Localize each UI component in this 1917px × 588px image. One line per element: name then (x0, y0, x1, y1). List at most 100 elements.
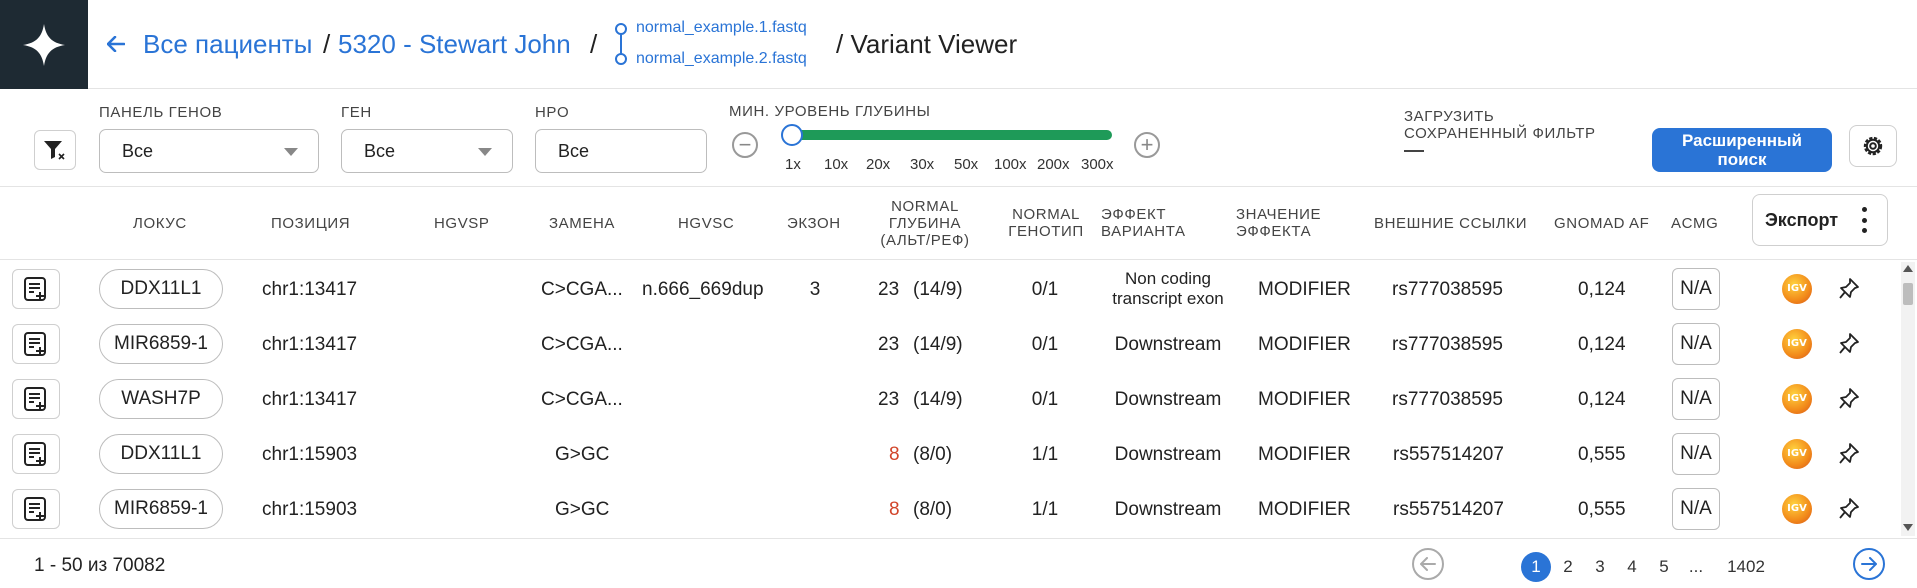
igv-icon[interactable]: IGV (1782, 274, 1812, 304)
gene-pill[interactable]: DDX11L1 (99, 434, 223, 474)
page-4[interactable]: 4 (1617, 552, 1647, 582)
note-add-icon (24, 497, 46, 521)
acmg-badge[interactable]: N/A (1672, 268, 1720, 310)
pin-icon[interactable] (1838, 442, 1860, 466)
col-genotype[interactable]: Normal генотип (1006, 206, 1086, 240)
col-depth-line3: (Альт/Реф) (880, 232, 970, 249)
col-exon[interactable]: Экзон (787, 215, 841, 232)
dbsnp-link[interactable]: rs557514207 (1393, 482, 1504, 537)
position-cell: chr1:15903 (262, 444, 358, 465)
page-title: / Variant Viewer (836, 29, 1018, 59)
page-3[interactable]: 3 (1585, 552, 1615, 582)
next-page-button[interactable] (1853, 548, 1885, 580)
col-hgvsp[interactable]: HGVSP (434, 215, 490, 232)
igv-icon[interactable]: IGV (1782, 439, 1812, 469)
page-1[interactable]: 1 (1521, 552, 1551, 582)
depth-slider-track[interactable] (790, 130, 1112, 140)
pin-icon[interactable] (1838, 277, 1860, 301)
acmg-badge[interactable]: N/A (1672, 433, 1720, 475)
advanced-search-line2: поиск (1717, 150, 1767, 169)
pin-icon[interactable] (1838, 332, 1860, 356)
igv-icon[interactable]: IGV (1782, 494, 1812, 524)
col-change[interactable]: Замена (549, 215, 615, 232)
effect-cell: Downstream (1114, 334, 1222, 355)
igv-icon[interactable]: IGV (1782, 329, 1812, 359)
acmg-badge[interactable]: N/A (1672, 378, 1720, 420)
load-saved-filter-value[interactable] (1404, 150, 1424, 152)
pin-icon[interactable] (1838, 497, 1860, 521)
gene-pill[interactable]: MIR6859-1 (99, 489, 223, 529)
file-link-2[interactable]: normal_example.2.fastq (636, 50, 807, 68)
col-depth[interactable]: Normal глубина (Альт/Реф) (877, 198, 973, 249)
dbsnp-link[interactable]: rs777038595 (1392, 262, 1503, 317)
add-note-button[interactable] (12, 379, 60, 419)
breadcrumb-patient[interactable]: 5320 - Stewart John (338, 27, 571, 61)
clear-filter-button[interactable] (34, 130, 76, 170)
col-acmg[interactable]: ACMG (1671, 215, 1718, 232)
page-last[interactable]: 1402 (1722, 552, 1770, 582)
col-effect[interactable]: Эффект варианта (1101, 206, 1186, 240)
impact-cell: MODIFIER (1258, 499, 1351, 520)
page-2[interactable]: 2 (1553, 552, 1583, 582)
col-depth-line2: глубина (888, 215, 962, 232)
gene-select[interactable]: Все (341, 129, 513, 173)
acmg-badge[interactable]: N/A (1672, 323, 1720, 365)
scroll-down-icon[interactable] (1903, 524, 1913, 531)
depth-ratio: (8/0) (913, 499, 953, 520)
dbsnp-link[interactable]: rs777038595 (1392, 317, 1503, 372)
col-hgvsc[interactable]: HGVSC (678, 215, 734, 232)
pin-icon[interactable] (1838, 387, 1860, 411)
scrollbar-thumb[interactable] (1903, 283, 1913, 305)
depth-ratio: (14/9) (913, 389, 963, 410)
table-row[interactable]: DDX11L1 chr1:13417 C>CGA... n.666_669dup… (0, 262, 1900, 317)
table-row[interactable]: MIR6859-1 chr1:15903 G>GC 8 (8/0) 1/1 Do… (0, 482, 1900, 537)
dbsnp-link[interactable]: rs557514207 (1393, 427, 1504, 482)
depth-label: Мин. уровень глубины (729, 103, 931, 120)
add-note-button[interactable] (12, 269, 60, 309)
breadcrumb-separator: / (323, 29, 331, 59)
dbsnp-link[interactable]: rs777038595 (1392, 372, 1503, 427)
table-row[interactable]: MIR6859-1 chr1:13417 C>CGA... 23 (14/9) … (0, 317, 1900, 372)
col-gnomad[interactable]: gnomAD AF (1554, 215, 1649, 232)
file-dot-icon (615, 53, 627, 65)
depth-value: 23 (878, 389, 900, 410)
depth-value: 8 (889, 444, 900, 465)
prev-page-button[interactable] (1412, 548, 1444, 580)
breadcrumb-all-patients[interactable]: Все пациенты (143, 27, 312, 61)
add-note-button[interactable] (12, 324, 60, 364)
col-locus[interactable]: Локус (133, 215, 187, 232)
settings-button[interactable] (1849, 125, 1897, 167)
col-position[interactable]: Позиция (271, 215, 350, 232)
acmg-badge[interactable]: N/A (1672, 488, 1720, 530)
load-saved-filter-label[interactable]: Загрузить сохраненный фильтр (1404, 108, 1596, 142)
file-link-1[interactable]: normal_example.1.fastq (636, 19, 807, 37)
impact-cell: MODIFIER (1258, 279, 1351, 300)
add-note-button[interactable] (12, 434, 60, 474)
hpo-input[interactable]: Все (535, 129, 707, 173)
export-button[interactable]: Экспорт (1752, 194, 1888, 246)
gene-pill[interactable]: DDX11L1 (99, 269, 223, 309)
col-links[interactable]: Внешние ссылки (1374, 215, 1527, 232)
position-cell: chr1:13417 (262, 389, 358, 410)
add-note-button[interactable] (12, 489, 60, 529)
depth-value: 8 (889, 499, 900, 520)
app-logo[interactable] (0, 0, 88, 89)
table-row[interactable]: DDX11L1 chr1:15903 G>GC 8 (8/0) 1/1 Down… (0, 427, 1900, 482)
gene-panel-select[interactable]: Все (99, 129, 319, 173)
depth-decrease-button[interactable]: − (732, 132, 758, 158)
depth-tick: 20x (866, 156, 891, 173)
variant-table-body: DDX11L1 chr1:13417 C>CGA... n.666_669dup… (0, 260, 1917, 538)
igv-icon[interactable]: IGV (1782, 384, 1812, 414)
gene-label: Ген (341, 104, 372, 121)
depth-increase-button[interactable]: + (1134, 132, 1160, 158)
advanced-search-button[interactable]: Расширенный поиск (1652, 128, 1832, 172)
col-impact[interactable]: Значение эффекта (1236, 206, 1321, 240)
table-row[interactable]: WASH7P chr1:13417 C>CGA... 23 (14/9) 0/1… (0, 372, 1900, 427)
gene-pill[interactable]: MIR6859-1 (99, 324, 223, 364)
gnomad-cell: 0,555 (1578, 499, 1626, 520)
depth-slider-handle[interactable] (781, 124, 803, 146)
page-5[interactable]: 5 (1649, 552, 1679, 582)
back-button[interactable] (104, 30, 128, 58)
gene-pill[interactable]: WASH7P (99, 379, 223, 419)
scroll-up-icon[interactable] (1903, 265, 1913, 272)
